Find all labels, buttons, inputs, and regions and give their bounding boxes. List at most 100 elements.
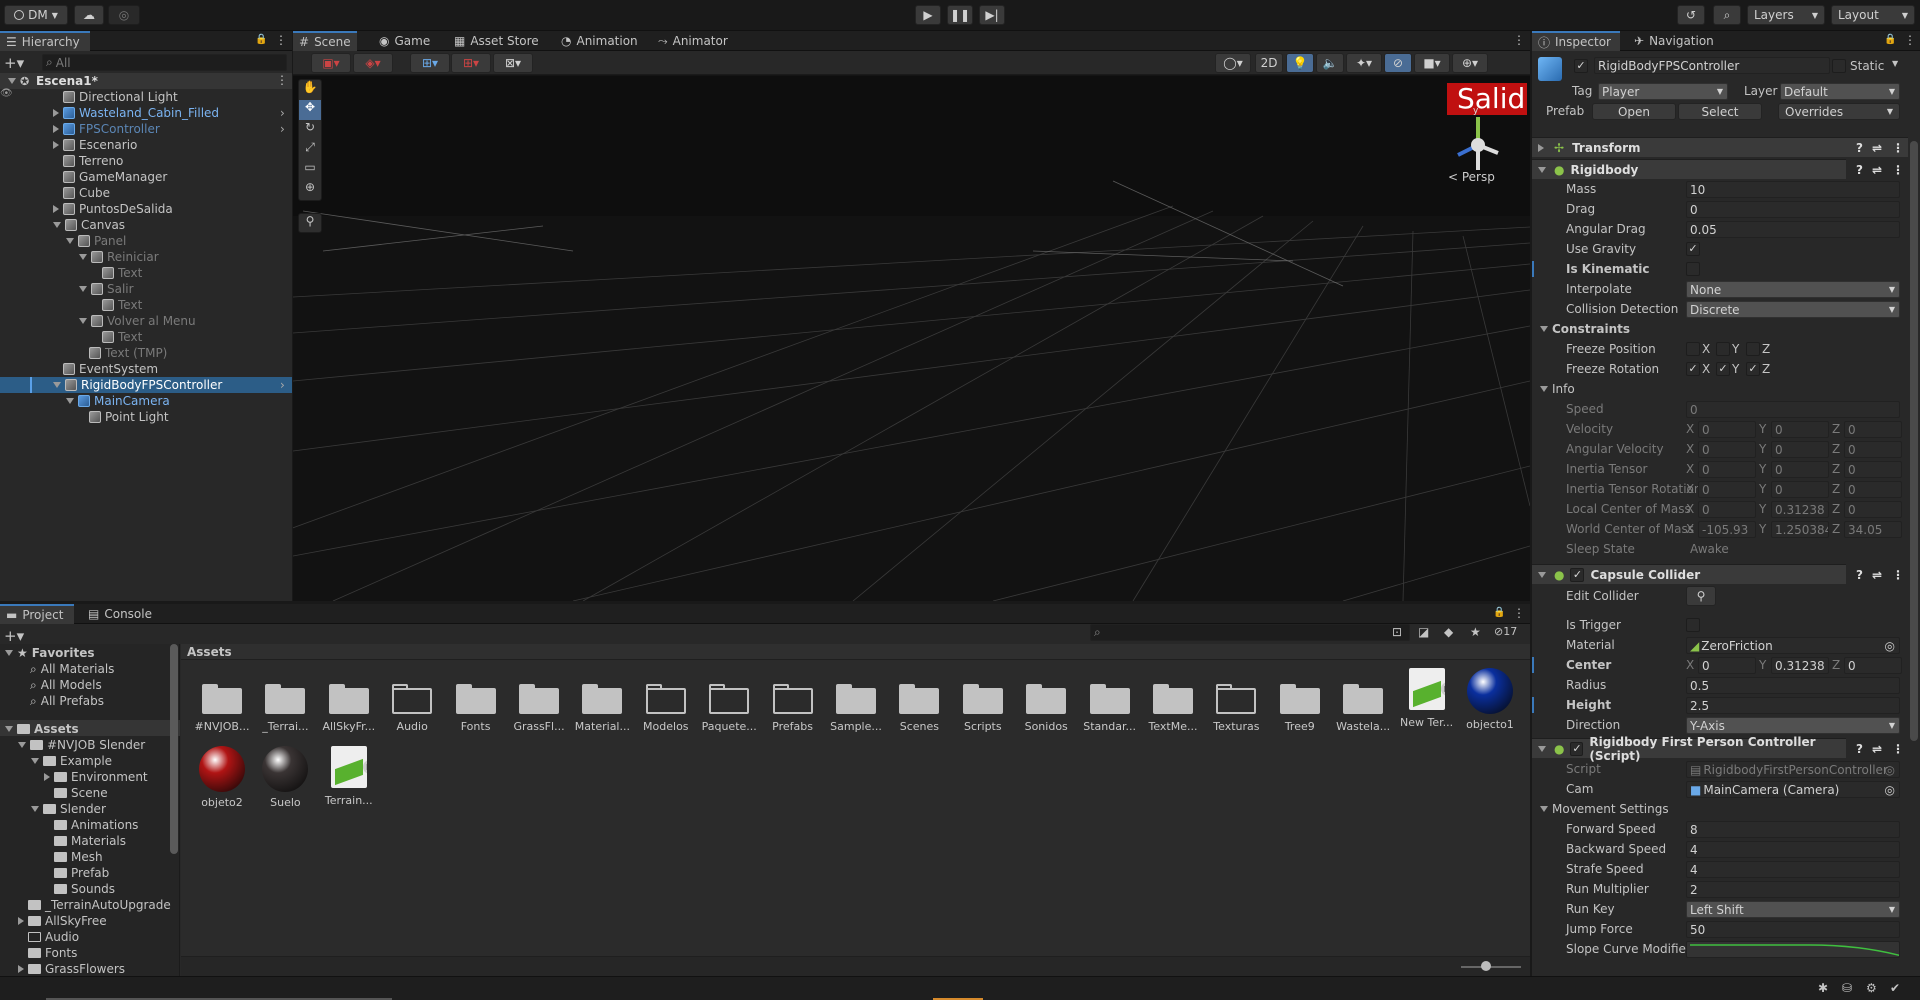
slope-curve-field[interactable] xyxy=(1686,941,1900,958)
project-tree-item[interactable]: Slender xyxy=(31,801,106,817)
cloud-button[interactable]: ☁ xyxy=(74,5,104,25)
inertia-tensor-y[interactable]: 0 xyxy=(1771,461,1829,478)
asset-item[interactable]: ▶ New Ter... xyxy=(1396,668,1458,729)
presets-icon[interactable]: ⇌ xyxy=(1872,568,1882,582)
expand-arrow-icon[interactable] xyxy=(1538,143,1544,152)
expand-arrow-icon[interactable] xyxy=(53,125,59,133)
more-icon[interactable]: ⋮ xyxy=(1892,568,1904,582)
forward-speed-field[interactable]: 8 xyxy=(1686,821,1900,838)
step-button[interactable]: ▶| xyxy=(979,5,1005,25)
inertia-tensor-z[interactable]: 0 xyxy=(1844,461,1902,478)
filter-icon[interactable]: ◪ xyxy=(1418,625,1429,639)
project-search-input[interactable]: ⌕ xyxy=(1090,624,1410,641)
asset-item[interactable]: TextMe... xyxy=(1142,668,1204,733)
expand-arrow-icon[interactable] xyxy=(53,109,59,117)
asset-item[interactable]: Suelo xyxy=(254,746,316,809)
create-button[interactable]: +▾ xyxy=(4,627,24,645)
search-by-type-icon[interactable]: ⊡ xyxy=(1392,625,1402,639)
lock-icon[interactable]: 🔒 xyxy=(1493,607,1505,618)
audio-button[interactable]: 🔈 xyxy=(1316,53,1344,73)
perspective-label[interactable]: < Persp xyxy=(1448,170,1495,184)
rotate-tool-icon[interactable]: ↻ xyxy=(299,120,321,140)
expand-arrow-icon[interactable] xyxy=(79,318,87,324)
speed-field[interactable]: 0 xyxy=(1686,401,1900,418)
hierarchy-item[interactable]: Text (TMP) xyxy=(0,345,292,361)
object-name-field[interactable]: RigidBodyFPSController xyxy=(1594,57,1830,74)
expand-arrow-icon[interactable] xyxy=(53,205,59,213)
center-x[interactable]: 0 xyxy=(1698,657,1756,674)
center-z[interactable]: 0 xyxy=(1844,657,1902,674)
project-tree-item[interactable]: AllSkyFree xyxy=(18,913,107,929)
velocity-y[interactable]: 0 xyxy=(1771,421,1829,438)
freeze-position-x[interactable] xyxy=(1686,342,1700,356)
help-icon[interactable]: ? xyxy=(1856,568,1863,582)
favorite-item[interactable]: ⌕ All Materials xyxy=(30,661,114,677)
draw-mode-button[interactable]: ▣▾ xyxy=(311,53,351,73)
hierarchy-item[interactable]: Panel xyxy=(0,233,292,249)
asset-item[interactable]: Paquete... xyxy=(698,668,760,733)
hierarchy-item[interactable]: Text xyxy=(0,329,292,345)
backward-speed-field[interactable]: 4 xyxy=(1686,841,1900,858)
expand-arrow-icon[interactable] xyxy=(8,78,16,84)
add-button[interactable]: +▾ xyxy=(4,54,24,72)
star-icon[interactable]: ★ xyxy=(1470,625,1481,639)
hierarchy-item[interactable]: Salir xyxy=(0,281,292,297)
tree-scrollbar[interactable] xyxy=(170,644,178,854)
expand-arrow-icon[interactable] xyxy=(66,398,74,404)
account-dropdown[interactable]: DM ▼ xyxy=(4,5,68,25)
asset-item[interactable]: ▶ Terrain... xyxy=(318,746,380,807)
edit-collider-button[interactable]: ⚲ xyxy=(1686,586,1716,606)
radius-field[interactable]: 0.5 xyxy=(1686,677,1900,694)
asset-item[interactable]: _Terrai... xyxy=(254,668,316,733)
orientation-button[interactable]: ◯▾ xyxy=(1215,53,1251,73)
more-icon[interactable]: ⋮ xyxy=(1892,141,1904,155)
asset-item[interactable]: Sample... xyxy=(825,668,887,733)
expand-arrow-icon[interactable] xyxy=(31,758,39,764)
asset-item[interactable]: Wastela... xyxy=(1332,668,1394,733)
inspector-scrollbar[interactable] xyxy=(1910,141,1918,741)
pivot-button[interactable]: ⊞▾ xyxy=(410,53,450,73)
favorites-header[interactable]: ★ Favorites xyxy=(5,645,94,661)
search-button[interactable]: ⌕ xyxy=(1713,5,1741,25)
hierarchy-item[interactable]: Reiniciar xyxy=(0,249,292,265)
chevron-down-icon[interactable]: ▼ xyxy=(1892,59,1898,68)
interpolate-dropdown[interactable]: None ▼ xyxy=(1686,281,1900,298)
transform-header[interactable]: ✢ Transform? ⇌ ⋮ xyxy=(1532,137,1908,157)
asset-item[interactable]: AllSkyFr... xyxy=(318,668,380,733)
project-tree-item[interactable]: Scene xyxy=(44,785,108,801)
tab-scene[interactable]: # Scene xyxy=(293,31,357,51)
asset-item[interactable]: Standar... xyxy=(1079,668,1141,733)
rect-tool-icon[interactable]: ▭ xyxy=(299,160,321,180)
presets-icon[interactable]: ⇌ xyxy=(1872,742,1882,756)
play-button[interactable]: ▶ xyxy=(915,5,941,25)
angular-velocity-y[interactable]: 0 xyxy=(1771,441,1829,458)
tab-asset-store[interactable]: ▦ Asset Store xyxy=(448,31,545,51)
asset-item[interactable]: Prefabs xyxy=(762,668,824,733)
hidden-objects-button[interactable]: ⊘ xyxy=(1384,53,1412,73)
angular-drag-field[interactable]: 0.05 xyxy=(1686,221,1900,238)
snap-button[interactable]: ⊠▾ xyxy=(493,53,533,73)
tab-inspector[interactable]: ⓘ Inspector xyxy=(1532,31,1620,51)
bug-icon[interactable]: ✱ xyxy=(1818,981,1828,995)
hand-tool-icon[interactable]: ✋ xyxy=(299,80,321,100)
script-component-header[interactable]: ● ✓ Rigidbody First Person Controller (Scr… xyxy=(1532,735,1904,763)
pause-button[interactable]: ❚❚ xyxy=(947,5,973,25)
hierarchy-item[interactable]: Canvas xyxy=(0,217,292,233)
more-icon[interactable]: ⋮ xyxy=(1513,606,1525,620)
asset-item[interactable]: Scripts xyxy=(952,668,1014,733)
velocity-z[interactable]: 0 xyxy=(1844,421,1902,438)
hierarchy-item[interactable]: Wasteland_Cabin_Filled › xyxy=(0,105,292,121)
more-icon[interactable]: ⋮ xyxy=(1904,33,1916,47)
scale-tool-icon[interactable]: ⤢ xyxy=(299,140,321,160)
height-field[interactable]: 2.5 xyxy=(1686,697,1900,714)
project-tree-item[interactable]: Sounds xyxy=(44,881,115,897)
tab-console[interactable]: ▤ Console xyxy=(82,604,158,624)
asset-item[interactable]: Scenes xyxy=(888,668,950,733)
expand-arrow-icon[interactable] xyxy=(53,222,61,228)
expand-arrow-icon[interactable] xyxy=(18,742,26,748)
expand-arrow-icon[interactable] xyxy=(5,650,13,656)
asset-item[interactable]: objecto1 xyxy=(1459,668,1521,731)
collision-detection-dropdown[interactable]: Discrete ▼ xyxy=(1686,301,1900,318)
is-kinematic-checkbox[interactable] xyxy=(1686,262,1700,276)
more-icon[interactable]: ⋮ xyxy=(1513,33,1525,47)
